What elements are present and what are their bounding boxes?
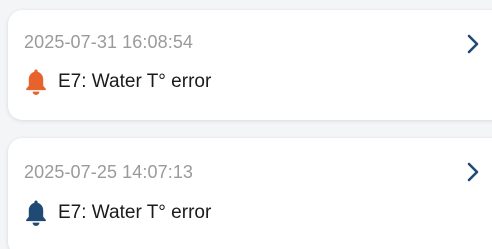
alarm-card[interactable]: 2025-07-31 16:08:54 E7: Water T° error bbox=[8, 10, 492, 120]
alarm-card[interactable]: 2025-07-25 14:07:13 E7: Water T° error bbox=[8, 138, 492, 249]
alarm-timestamp: 2025-07-31 16:08:54 bbox=[24, 32, 194, 52]
bell-icon bbox=[26, 200, 46, 226]
chevron-right-icon[interactable] bbox=[466, 162, 480, 182]
alarm-timestamp: 2025-07-25 14:07:13 bbox=[24, 162, 194, 182]
alarm-row: E7: Water T° error bbox=[24, 68, 211, 96]
bell-icon bbox=[26, 69, 46, 95]
alarm-list: 2025-07-31 16:08:54 E7: Water T° error 2… bbox=[0, 0, 492, 249]
alarm-row: E7: Water T° error bbox=[24, 199, 211, 227]
alarm-message: E7: Water T° error bbox=[58, 71, 212, 92]
chevron-right-icon[interactable] bbox=[466, 34, 480, 54]
alarm-message: E7: Water T° error bbox=[58, 202, 212, 223]
